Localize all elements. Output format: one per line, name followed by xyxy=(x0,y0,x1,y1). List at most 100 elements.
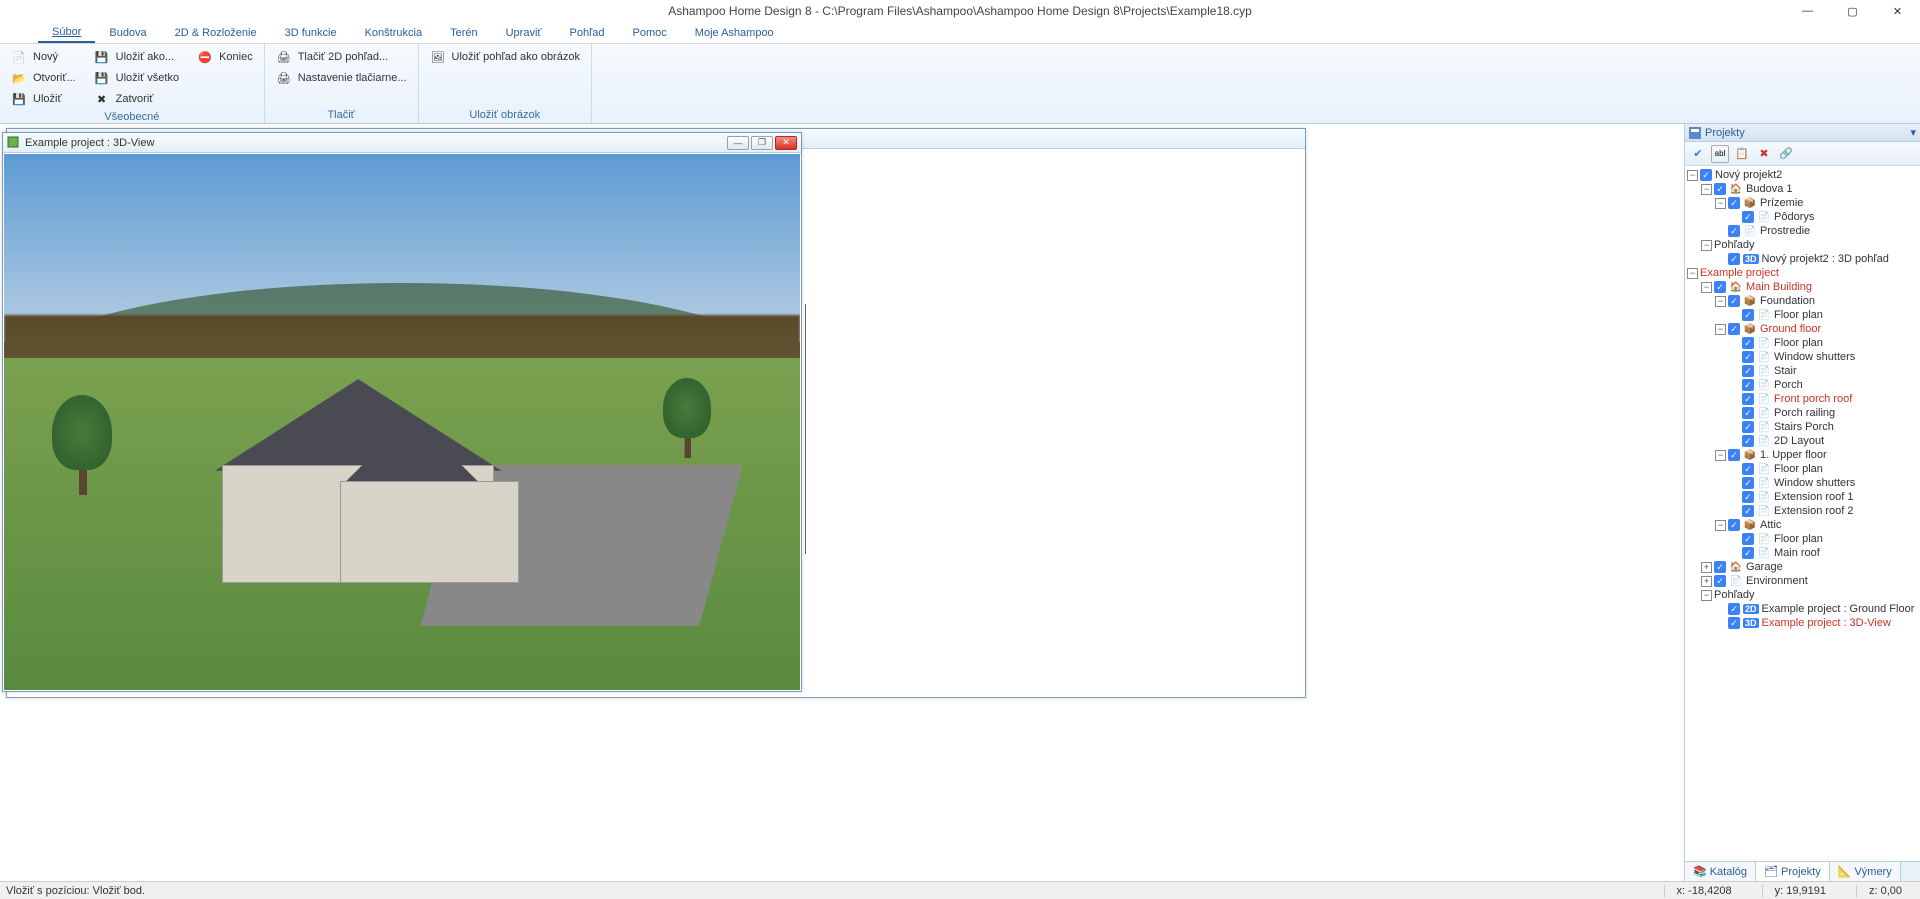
panel-tab-projekty[interactable]: 🗂Projekty xyxy=(1756,861,1830,881)
tree-checkbox[interactable]: ✓ xyxy=(1742,337,1754,349)
mdi-3d-window[interactable]: Example project : 3D-View — ❐ ✕ xyxy=(2,132,802,692)
tree-node[interactable]: ✓📄Window shutters xyxy=(1685,350,1920,364)
tree-checkbox[interactable]: ✓ xyxy=(1728,295,1740,307)
ribbon-btn-otvori-[interactable]: 📂Otvoriť... xyxy=(6,68,81,88)
minimize-button[interactable]: — xyxy=(1785,0,1830,22)
tree-node[interactable]: −✓📦1. Upper floor xyxy=(1685,448,1920,462)
panel-header[interactable]: Projekty ▾ xyxy=(1685,124,1920,142)
tree-node[interactable]: ✓📄Extension roof 1 xyxy=(1685,490,1920,504)
tree-checkbox[interactable]: ✓ xyxy=(1742,351,1754,363)
tree-checkbox[interactable]: ✓ xyxy=(1728,603,1740,615)
tree-checkbox[interactable]: ✓ xyxy=(1742,309,1754,321)
tree-expander-icon[interactable]: − xyxy=(1701,184,1712,195)
ribbon-btn-ulo-i-poh-ad-ako-obr-zok[interactable]: 🖼Uložiť pohľad ako obrázok xyxy=(425,47,585,67)
tree-expander-icon[interactable]: + xyxy=(1701,576,1712,587)
tree-node[interactable]: +✓📄Environment xyxy=(1685,574,1920,588)
copy-icon[interactable]: 📋 xyxy=(1733,145,1751,163)
tree-node[interactable]: ✓📄Stair xyxy=(1685,364,1920,378)
tree-expander-icon[interactable]: + xyxy=(1701,562,1712,573)
tree-checkbox[interactable]: ✓ xyxy=(1742,365,1754,377)
tree-checkbox[interactable]: ✓ xyxy=(1700,169,1712,181)
tree-checkbox[interactable]: ✓ xyxy=(1742,463,1754,475)
tree-checkbox[interactable]: ✓ xyxy=(1742,533,1754,545)
tree-expander-icon[interactable]: − xyxy=(1687,268,1698,279)
tree-checkbox[interactable]: ✓ xyxy=(1728,225,1740,237)
tree-checkbox[interactable]: ✓ xyxy=(1714,183,1726,195)
tree-checkbox[interactable]: ✓ xyxy=(1742,435,1754,447)
tree-expander-icon[interactable]: − xyxy=(1701,240,1712,251)
menu-upravi-[interactable]: Upraviť xyxy=(492,22,556,43)
elevation-icon[interactable]: ◧ xyxy=(187,2,205,20)
flag-icon[interactable]: ⚑ xyxy=(363,2,381,20)
tree-node[interactable]: ✓2DExample project : Ground Floor xyxy=(1685,602,1920,616)
mdi-3d-minimize-icon[interactable]: — xyxy=(727,136,749,150)
menu-2d-rozlo-enie[interactable]: 2D & Rozloženie xyxy=(161,22,271,43)
ribbon-btn-ulo-i-v-etko[interactable]: 💾Uložiť všetko xyxy=(89,68,184,88)
tree-node[interactable]: ✓📄Stairs Porch xyxy=(1685,420,1920,434)
scene-3d-canvas[interactable] xyxy=(4,154,800,690)
rename-icon[interactable]: abl xyxy=(1711,145,1729,163)
angle-icon[interactable]: ∡ xyxy=(300,2,318,20)
layer-icon[interactable]: ◆ xyxy=(426,2,444,20)
tree-expander-icon[interactable]: − xyxy=(1715,324,1726,335)
tree-node[interactable]: +✓🏠Garage xyxy=(1685,560,1920,574)
tree-node[interactable]: −✓📦Attic xyxy=(1685,518,1920,532)
tree-checkbox[interactable]: ✓ xyxy=(1742,477,1754,489)
undo-icon[interactable]: ↶ xyxy=(65,2,83,20)
tree-expander-icon[interactable]: − xyxy=(1687,170,1698,181)
tree-node[interactable]: −✓🏠Budova 1 xyxy=(1685,182,1920,196)
delete-icon[interactable]: ✖ xyxy=(1755,145,1773,163)
tree-node[interactable]: ✓📄Extension roof 2 xyxy=(1685,504,1920,518)
tree-node[interactable]: ✓📄Porch xyxy=(1685,378,1920,392)
panel-tab-katal-g[interactable]: 📚Katalóg xyxy=(1685,862,1756,881)
tree-checkbox[interactable]: ✓ xyxy=(1728,449,1740,461)
panel-pin-icon[interactable]: ▾ xyxy=(1910,126,1916,139)
menu-pomoc[interactable]: Pomoc xyxy=(619,22,681,43)
measure-icon[interactable]: ⟊ xyxy=(258,2,276,20)
menu-kon-trukcia[interactable]: Konštrukcia xyxy=(351,22,436,43)
tree-node[interactable]: ✓📄Floor plan xyxy=(1685,308,1920,322)
ribbon-btn-ulo-i-ako-[interactable]: 💾Uložiť ako... xyxy=(89,47,184,67)
mdi-3d-titlebar[interactable]: Example project : 3D-View — ❐ ✕ xyxy=(3,133,801,153)
tree-checkbox[interactable]: ✓ xyxy=(1728,617,1740,629)
tree-node[interactable]: −✓📦Prízemie xyxy=(1685,196,1920,210)
close-button[interactable]: ✕ xyxy=(1875,0,1920,22)
tree-node[interactable]: ✓📄Prostredie xyxy=(1685,224,1920,238)
3d-icon[interactable]: 3D xyxy=(145,2,163,20)
tree-node[interactable]: −✓📦Foundation xyxy=(1685,294,1920,308)
tree-checkbox[interactable]: ✓ xyxy=(1728,323,1740,335)
dimension-icon[interactable]: ⫽ xyxy=(279,2,297,20)
tree-expander-icon[interactable]: − xyxy=(1701,590,1712,601)
tree-node[interactable]: −✓📦Ground floor xyxy=(1685,322,1920,336)
maximize-button[interactable]: ▢ xyxy=(1830,0,1875,22)
tree-node[interactable]: ✓📄2D Layout xyxy=(1685,434,1920,448)
tree-node[interactable]: ✓📄Front porch roof xyxy=(1685,392,1920,406)
tree-expander-icon[interactable]: − xyxy=(1715,450,1726,461)
tree-node[interactable]: ✓📄Pôdorys xyxy=(1685,210,1920,224)
tree-checkbox[interactable]: ✓ xyxy=(1742,211,1754,223)
house-icon[interactable]: 🏠 xyxy=(384,2,402,20)
tree-node[interactable]: ✓3DNový projekt2 : 3D pohľad xyxy=(1685,252,1920,266)
line-icon[interactable]: ⟋ xyxy=(321,2,339,20)
section-icon[interactable]: ▤ xyxy=(166,2,184,20)
ribbon-btn-ulo-i-[interactable]: 💾Uložiť xyxy=(6,89,81,109)
grid-icon[interactable]: ▦ xyxy=(216,2,234,20)
tree-node[interactable]: −Pohľady xyxy=(1685,238,1920,252)
ribbon-btn-koniec[interactable]: ⛔Koniec xyxy=(192,47,258,67)
tree-checkbox[interactable]: ✓ xyxy=(1742,393,1754,405)
tree-checkbox[interactable]: ✓ xyxy=(1742,491,1754,503)
menu-s-bor[interactable]: Súbor xyxy=(38,22,95,43)
mdi-3d-maximize-icon[interactable]: ❐ xyxy=(751,136,773,150)
tree-node[interactable]: ✓📄Porch railing xyxy=(1685,406,1920,420)
ribbon-btn-nov-[interactable]: 📄Nový xyxy=(6,47,81,67)
tree-node[interactable]: −✓🏠Main Building xyxy=(1685,280,1920,294)
tree-node[interactable]: −✓Nový projekt2 xyxy=(1685,168,1920,182)
tree-checkbox[interactable]: ✓ xyxy=(1728,519,1740,531)
menu-moje-ashampoo[interactable]: Moje Ashampoo xyxy=(681,22,788,43)
tree-node[interactable]: ✓📄Window shutters xyxy=(1685,476,1920,490)
tree-checkbox[interactable]: ✓ xyxy=(1714,281,1726,293)
eraser-icon[interactable]: ◢ xyxy=(405,2,423,20)
tree-checkbox[interactable]: ✓ xyxy=(1728,253,1740,265)
redo-icon[interactable]: ↷ xyxy=(91,2,109,20)
tree-checkbox[interactable]: ✓ xyxy=(1728,197,1740,209)
